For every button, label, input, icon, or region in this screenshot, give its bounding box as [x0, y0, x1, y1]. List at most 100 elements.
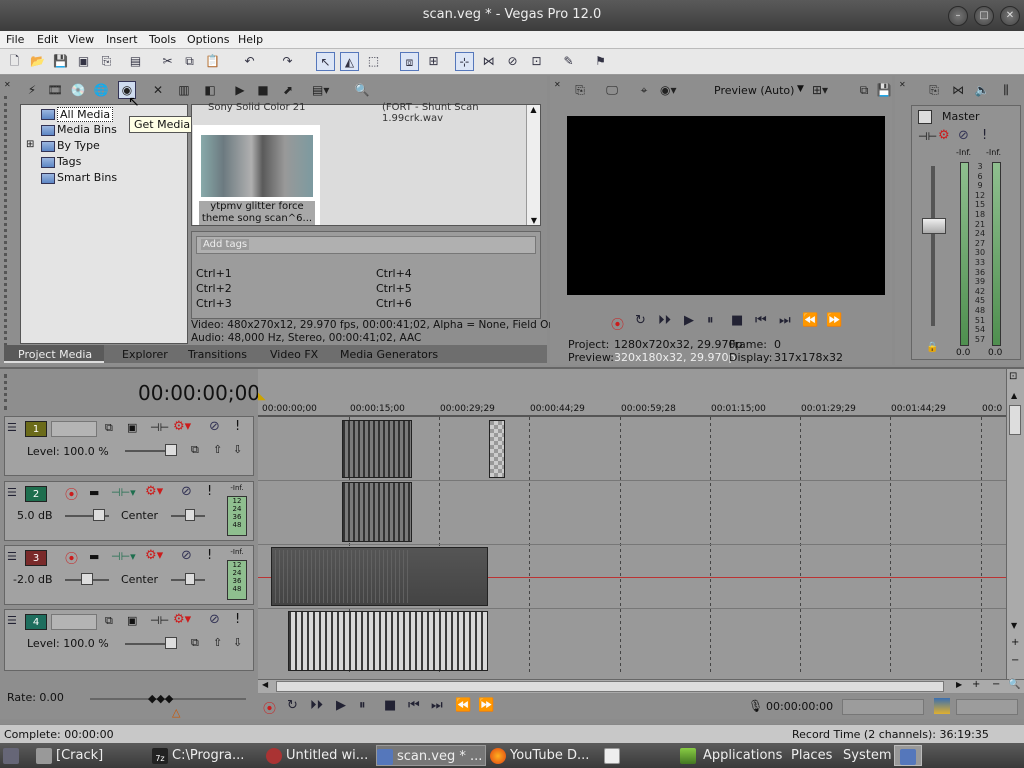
taskbar-item[interactable]: [Crack] — [36, 745, 148, 766]
audio-clip[interactable] — [342, 482, 412, 542]
track-fx-gear-icon[interactable]: ⚙▾ — [173, 612, 191, 627]
tags-input[interactable]: Add tags — [196, 236, 536, 254]
make-child-icon[interactable]: ⇩ — [233, 636, 242, 649]
rate-slider-handle[interactable]: ◆◆◆ — [148, 692, 173, 705]
mute-icon[interactable]: ⊘ — [958, 128, 969, 143]
loop-icon[interactable]: ↻ — [287, 698, 298, 713]
record-icon[interactable]: ⦿ — [263, 698, 276, 717]
mute-icon[interactable]: ⊘ — [209, 419, 220, 434]
new-file-icon[interactable]: 🗋 — [5, 52, 24, 71]
quick-fade-icon[interactable]: ⊡ — [527, 52, 546, 71]
arm-record-icon[interactable]: ⦿ — [65, 548, 78, 567]
tab-explorer[interactable]: Explorer — [122, 348, 168, 361]
next-frame-icon[interactable]: ⏩ — [478, 698, 494, 713]
go-to-start-icon[interactable]: ⏮ — [408, 698, 420, 713]
parent-motion-icon[interactable]: ▣ — [127, 421, 137, 434]
track-minimize-icon[interactable]: ☰ — [7, 421, 17, 434]
track-motion-icon[interactable]: ⊣⊢ — [150, 614, 169, 627]
stop-icon[interactable]: ■ — [384, 698, 396, 713]
expand-icon[interactable]: ⊞ — [26, 139, 34, 150]
capture-video-icon[interactable]: 🎞 — [47, 82, 63, 98]
search-icon[interactable]: 🔍 — [354, 82, 370, 98]
tray-icon[interactable] — [894, 745, 922, 766]
track-name-field[interactable] — [51, 421, 97, 437]
tree-item-media-bins[interactable]: Media Bins — [57, 123, 117, 136]
scroll-up-icon[interactable]: ▲ — [527, 105, 540, 114]
zoom-out-icon[interactable]: − — [992, 679, 1000, 690]
play-from-start-icon[interactable]: ⏵⏵ — [310, 698, 323, 713]
invert-phase-icon[interactable]: ▬ — [89, 486, 99, 499]
taskbar-item-active[interactable]: scan.veg * ... — [376, 745, 486, 766]
auto-preview-icon[interactable]: ⬈ — [280, 82, 296, 98]
panel-grip[interactable] — [4, 96, 16, 346]
tab-project-media[interactable]: Project Media — [18, 348, 92, 361]
show-desktop-icon[interactable] — [3, 745, 25, 766]
envelope-tool-icon[interactable]: ◭ — [340, 52, 359, 71]
panel-close-icon[interactable]: ✕ — [899, 80, 911, 92]
stop-icon[interactable]: ■ — [731, 313, 743, 328]
track-minimize-icon[interactable]: ☰ — [7, 614, 17, 627]
compositing-mode-icon[interactable]: ⧉ — [105, 421, 113, 435]
zoom-out-vertical-icon[interactable]: − — [1011, 655, 1019, 666]
video-clip[interactable] — [489, 420, 505, 478]
overlays-icon[interactable]: ◉▾ — [660, 82, 677, 98]
scroll-thumb[interactable] — [276, 681, 944, 692]
menu-options[interactable]: Options — [187, 33, 229, 46]
solo-icon[interactable]: ! — [235, 419, 240, 434]
panel-close-icon[interactable]: ✕ — [554, 80, 566, 92]
previous-frame-icon[interactable]: ⏪ — [802, 313, 818, 328]
copy-icon[interactable]: ⧉ — [180, 52, 199, 71]
chevron-down-icon[interactable]: ▼ — [797, 84, 804, 94]
play-icon[interactable]: ▶ — [684, 313, 694, 328]
undo-icon[interactable]: ↶ — [240, 52, 259, 71]
video-clip[interactable] — [288, 611, 488, 671]
tree-item-by-type[interactable]: By Type — [57, 139, 100, 152]
track-minimize-icon[interactable]: ☰ — [7, 550, 17, 563]
go-to-end-icon[interactable]: ⏭ — [779, 313, 791, 328]
zoom-tool-icon[interactable]: 🔍 — [1008, 679, 1020, 690]
external-monitor-icon[interactable]: 🖵 — [604, 82, 620, 98]
properties-icon[interactable]: ▤ — [126, 52, 145, 71]
help-pointer-icon[interactable]: ⚑ — [591, 52, 610, 71]
timeline-grip[interactable] — [4, 374, 8, 410]
media-generator-icon[interactable]: ◧ — [202, 82, 218, 98]
insert-fx-icon[interactable]: ⊣⊢▾ — [111, 550, 136, 563]
taskbar-item[interactable] — [604, 745, 622, 766]
extract-audio-icon[interactable]: 💿 — [70, 82, 86, 98]
snapping-icon[interactable]: ⊹ — [455, 52, 474, 71]
views-icon[interactable]: ▤▾ — [312, 82, 329, 98]
pause-icon[interactable]: ⏸ — [707, 313, 714, 328]
mute-icon[interactable]: ⊘ — [181, 548, 192, 563]
tab-transitions[interactable]: Transitions — [188, 348, 247, 361]
stop-media-icon[interactable]: ■ — [255, 82, 271, 98]
track-name-field[interactable] — [51, 614, 97, 630]
import-media-icon[interactable]: ⚡ — [24, 82, 40, 98]
make-parent-icon[interactable]: ⇧ — [213, 443, 222, 456]
timeline-horizontal-scrollbar[interactable]: ◀ ▶ + − 🔍 — [258, 679, 1024, 693]
insert-fx-icon[interactable]: ⊣⊢▾ — [111, 486, 136, 499]
tree-item-tags[interactable]: Tags — [57, 155, 81, 168]
volume-slider-handle[interactable] — [93, 509, 105, 521]
web-globe-icon[interactable]: 🌐 — [93, 82, 109, 98]
tab-video-fx[interactable]: Video FX — [270, 348, 318, 361]
next-frame-icon[interactable]: ⏩ — [826, 313, 842, 328]
taskbar-item[interactable]: Untitled wi... — [266, 745, 374, 766]
play-media-icon[interactable]: ▶ — [232, 82, 248, 98]
media-fx-icon[interactable]: ▥ — [176, 82, 192, 98]
menu-file[interactable]: File — [6, 33, 24, 46]
scroll-down-icon[interactable]: ▼ — [527, 216, 541, 225]
save-snapshot-icon[interactable]: 💾 — [876, 82, 892, 98]
zoom-in-vertical-icon[interactable]: + — [1011, 637, 1019, 648]
lock-envelopes-icon[interactable]: ⊞ — [424, 52, 443, 71]
track-motion-icon[interactable]: ⊣⊢ — [150, 421, 169, 434]
compositing-mode-icon[interactable]: ⧉ — [105, 614, 113, 628]
menu-applications[interactable]: Applications — [703, 745, 782, 766]
video-clip[interactable] — [342, 420, 412, 478]
zoom-in-icon[interactable]: + — [972, 679, 980, 690]
selection-tool-icon[interactable]: ⬚ — [364, 52, 383, 71]
fx-gear-icon[interactable]: ⚙ — [938, 128, 950, 143]
panel-close-icon[interactable]: ✕ — [4, 80, 16, 92]
loop-icon[interactable]: ↻ — [635, 313, 646, 328]
maximize-button[interactable]: □ — [974, 6, 994, 26]
save-icon[interactable]: 💾 — [51, 52, 70, 71]
